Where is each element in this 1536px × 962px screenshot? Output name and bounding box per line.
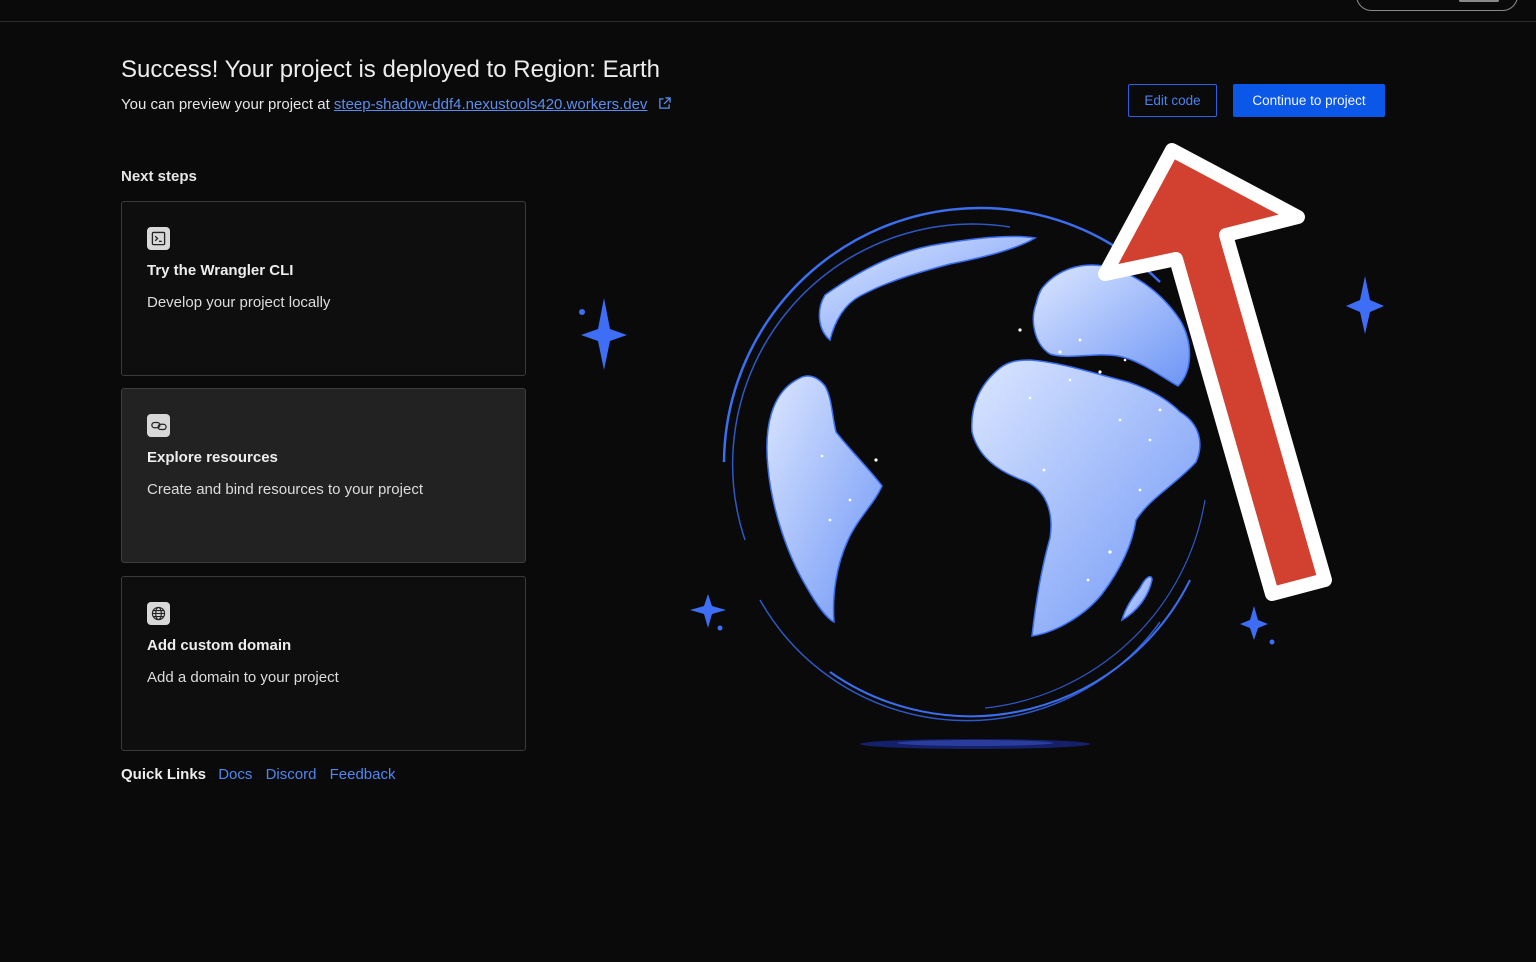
- top-bar: [0, 0, 1536, 22]
- preview-link[interactable]: steep-shadow-ddf4.nexustools420.workers.…: [334, 96, 648, 113]
- sparkle-icons: [579, 276, 1384, 645]
- card-title: Add custom domain: [147, 637, 292, 654]
- quick-links: Quick Links Docs Discord Feedback: [121, 766, 404, 783]
- preview-prefix: You can preview your project at: [121, 96, 330, 113]
- card-description: Develop your project locally: [147, 294, 331, 311]
- discord-link[interactable]: Discord: [266, 766, 317, 783]
- terminal-icon: [147, 227, 170, 250]
- card-description: Add a domain to your project: [147, 669, 339, 686]
- card-description: Create and bind resources to your projec…: [147, 481, 423, 498]
- card-wrangler-cli[interactable]: Try the Wrangler CLI Develop your projec…: [121, 201, 526, 376]
- docs-link[interactable]: Docs: [218, 766, 252, 783]
- account-menu-button[interactable]: [1356, 0, 1518, 11]
- next-steps-heading: Next steps: [121, 168, 197, 185]
- globe-icon: [147, 602, 170, 625]
- edit-code-button[interactable]: Edit code: [1128, 84, 1217, 117]
- globe-shadow: [860, 739, 1090, 749]
- card-add-custom-domain[interactable]: Add custom domain Add a domain to your p…: [121, 576, 526, 751]
- card-title: Try the Wrangler CLI: [147, 262, 294, 279]
- quick-links-label: Quick Links: [121, 766, 207, 783]
- city-lights: [820, 328, 1162, 582]
- page-title: Success! Your project is deployed to Reg…: [121, 56, 660, 83]
- card-explore-resources[interactable]: Explore resources Create and bind resour…: [121, 388, 526, 563]
- link-icon: [147, 414, 170, 437]
- card-title: Explore resources: [147, 449, 278, 466]
- external-link-icon[interactable]: [658, 97, 671, 114]
- orbit-rings: [722, 206, 1206, 722]
- continents: [766, 235, 1201, 637]
- feedback-link[interactable]: Feedback: [330, 766, 396, 783]
- preview-line: You can preview your project at steep-sh…: [121, 96, 671, 114]
- continue-to-project-button[interactable]: Continue to project: [1233, 84, 1385, 117]
